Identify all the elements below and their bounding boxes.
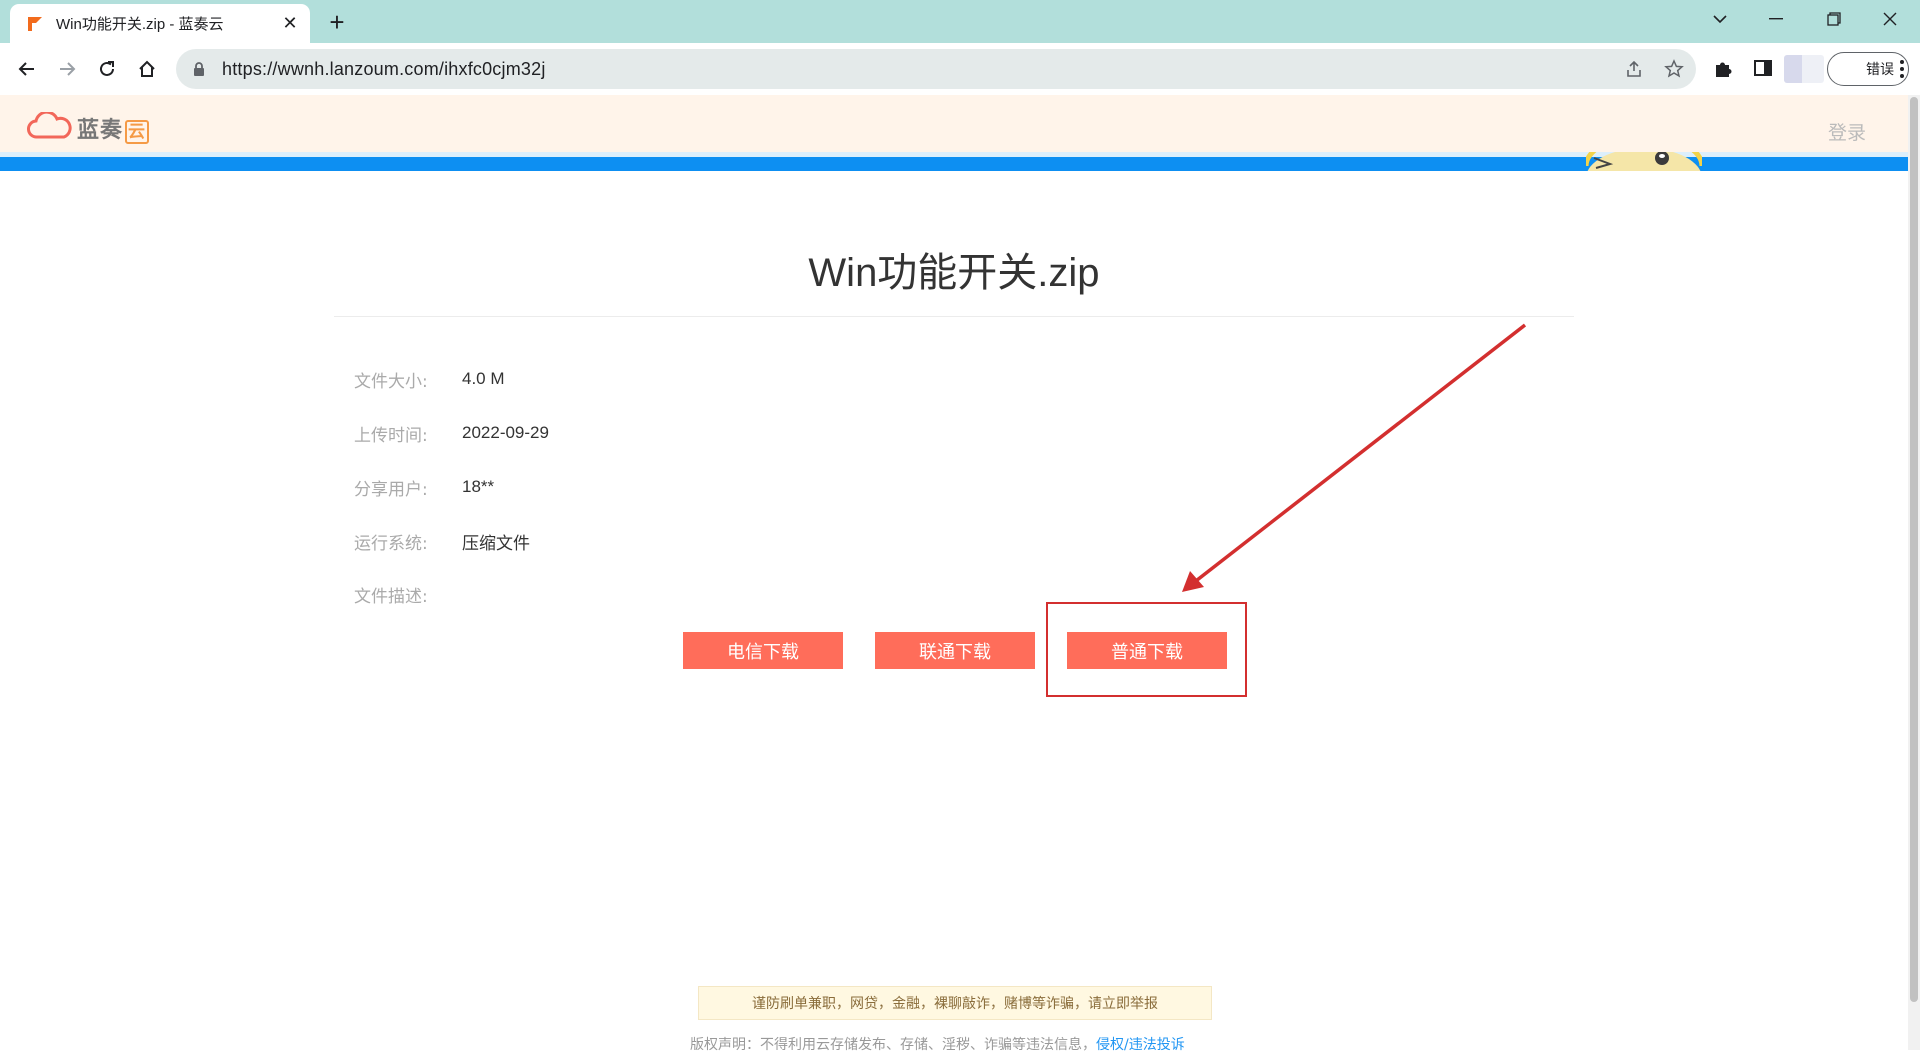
info-row-upload-time: 上传时间: 2022-09-29 [354, 421, 549, 446]
login-link[interactable]: 登录 [1828, 118, 1866, 145]
info-row-size: 文件大小: 4.0 M [354, 367, 505, 392]
minimize-icon[interactable] [1748, 0, 1804, 38]
address-bar[interactable]: https://wwnh.lanzoum.com/ihxfc0cjm32j [176, 49, 1696, 89]
url-text: https://wwnh.lanzoum.com/ihxfc0cjm32j [222, 58, 546, 79]
tab-search-chevron-icon[interactable] [1692, 0, 1748, 38]
logo-text: 蓝奏云 [77, 112, 150, 144]
annotation-arrow-icon [1182, 323, 1527, 592]
menu-kebab-icon[interactable] [1890, 57, 1914, 81]
fraud-warning-banner: 谨防刷单兼职，网贷，金融，裸聊敲诈，赌博等诈骗，请立即举报 [698, 986, 1212, 1020]
info-row-share-user: 分享用户: 18** [354, 475, 495, 500]
cloud-logo-icon [27, 110, 73, 144]
report-link[interactable]: 侵权/违法投诉 [1096, 1037, 1185, 1053]
lanzou-favicon-icon [26, 15, 44, 33]
info-label: 文件大小: [354, 371, 428, 392]
unicom-download-button[interactable]: 联通下载 [875, 632, 1035, 669]
info-value: 18** [462, 477, 495, 496]
info-label: 运行系统: [354, 533, 428, 554]
close-window-icon[interactable] [1862, 0, 1918, 38]
unicom-download-label: 联通下载 [919, 641, 991, 663]
forward-icon[interactable] [51, 53, 83, 85]
home-icon[interactable] [131, 53, 163, 85]
annotation-highlight-box [1046, 602, 1247, 697]
mascot-illustration [1586, 152, 1702, 171]
reload-icon[interactable] [91, 53, 123, 85]
new-tab-icon[interactable]: + [323, 7, 351, 37]
browser-toolbar: https://wwnh.lanzoum.com/ihxfc0cjm32j 错误 [0, 43, 1920, 95]
bookmark-star-icon[interactable] [1664, 59, 1684, 79]
scrollbar-thumb[interactable] [1910, 97, 1918, 1002]
info-value: 2022-09-29 [462, 423, 549, 442]
side-panel-icon[interactable] [1752, 57, 1776, 81]
telecom-download-button[interactable]: 电信下载 [683, 632, 843, 669]
browser-tab-active[interactable]: Win功能开关.zip - 蓝奏云 ✕ [10, 4, 310, 43]
share-icon[interactable] [1624, 59, 1644, 79]
info-label: 分享用户: [354, 479, 428, 500]
info-value: 4.0 M [462, 369, 505, 388]
extensions-puzzle-icon[interactable] [1712, 57, 1736, 81]
fraud-warning-text: 谨防刷单兼职，网贷，金融，裸聊敲诈，赌博等诈骗，请立即举报 [752, 996, 1158, 1012]
info-label: 文件描述: [354, 586, 428, 607]
info-value: 压缩文件 [462, 533, 530, 554]
info-row-os: 运行系统: 压缩文件 [354, 529, 530, 554]
profile-avatar[interactable] [1784, 55, 1824, 83]
browser-tab-strip: Win功能开关.zip - 蓝奏云 ✕ + [0, 0, 1920, 43]
logo-accent: 云 [125, 120, 150, 144]
header-banner-band [0, 152, 1908, 171]
title-divider [334, 316, 1574, 317]
site-logo[interactable]: 蓝奏云 [27, 110, 150, 144]
back-icon[interactable] [11, 53, 43, 85]
copyright-notice: 版权声明：不得利用云存储发布、存储、淫秽、诈骗等违法信息，侵权/违法投诉 [690, 1034, 1185, 1054]
info-label: 上传时间: [354, 425, 428, 446]
info-row-description: 文件描述: [354, 582, 462, 607]
restore-icon[interactable] [1806, 0, 1862, 38]
site-header: 蓝奏云 登录 [0, 95, 1908, 152]
telecom-download-label: 电信下载 [727, 641, 799, 663]
file-title: Win功能开关.zip [808, 251, 1100, 295]
copyright-text: 版权声明：不得利用云存储发布、存储、淫秽、诈骗等违法信息， [690, 1037, 1096, 1053]
tab-close-icon[interactable]: ✕ [278, 12, 302, 36]
lock-icon[interactable] [192, 61, 208, 77]
tab-title: Win功能开关.zip - 蓝奏云 [56, 16, 224, 33]
